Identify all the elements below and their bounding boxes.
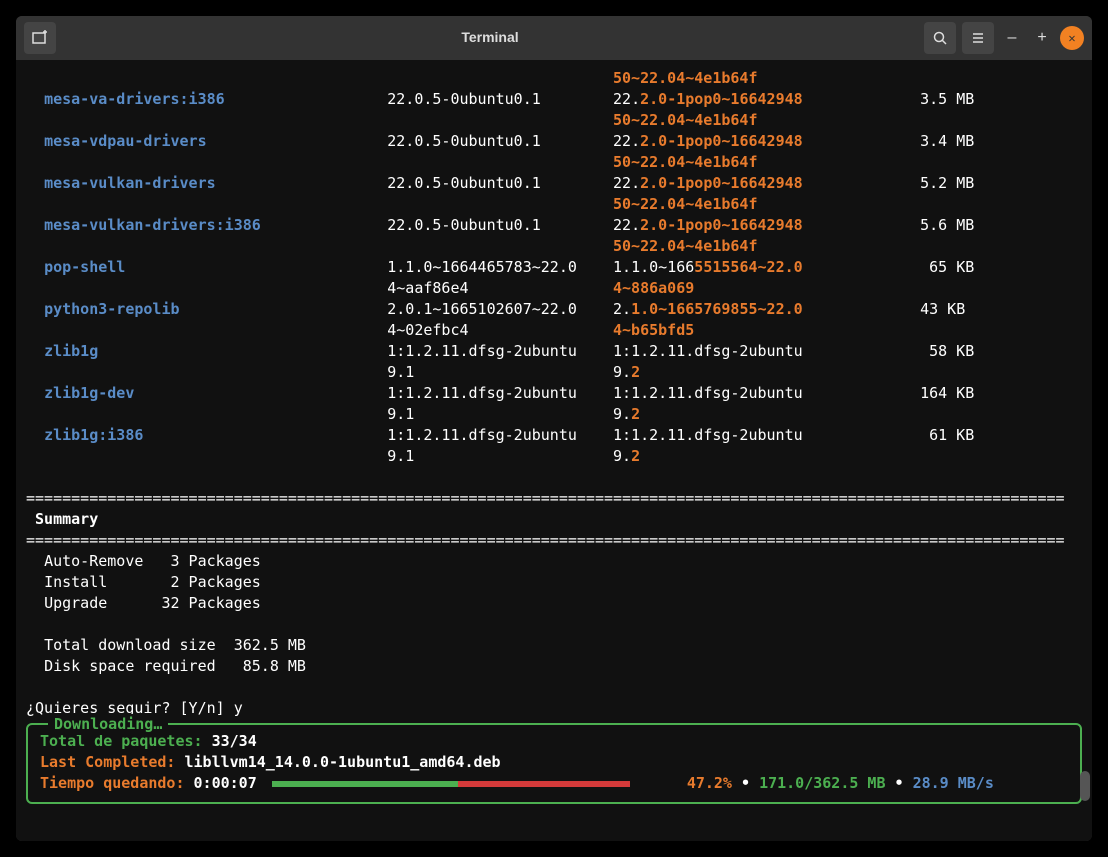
progress-rate: 28.9 MB/s [913, 774, 994, 792]
progress-bytes: 171.0/362.5 MB [759, 774, 885, 792]
window-title: Terminal [56, 28, 924, 48]
close-button[interactable]: ✕ [1060, 26, 1084, 50]
scrollbar-thumb[interactable] [1080, 771, 1090, 801]
summary-title: Summary [35, 510, 98, 528]
downloading-panel: Downloading…Total de paquetes: 33/34 Las… [26, 723, 1082, 804]
divider: ========================================… [26, 489, 1065, 507]
package-name: zlib1g [44, 342, 98, 360]
package-name: pop-shell [44, 258, 125, 276]
package-name: python3-repolib [44, 300, 179, 318]
downloading-title: Downloading… [48, 714, 168, 735]
package-name: zlib1g-dev [44, 384, 134, 402]
progress-bar-done [272, 781, 458, 787]
progress-bar [272, 781, 672, 787]
total-packages-value: 33/34 [212, 732, 257, 750]
last-completed-label: Last Completed: [40, 753, 175, 771]
minimize-button[interactable]: – [1000, 26, 1024, 50]
progress-percent: 47.2% [687, 774, 732, 792]
time-remaining-value: 0:00:07 [194, 774, 257, 792]
last-completed-value: libllvm14_14.0.0-1ubuntu1_amd64.deb [185, 753, 501, 771]
package-name: mesa-vdpau-drivers [44, 132, 207, 150]
maximize-button[interactable]: + [1030, 26, 1054, 50]
terminal-output[interactable]: 50~22.04~4e1b64f mesa-va-drivers:i386 22… [16, 60, 1092, 841]
new-tab-button[interactable] [24, 22, 56, 54]
divider: ========================================… [26, 531, 1065, 549]
progress-bar-pending [458, 781, 630, 787]
package-name: mesa-vulkan-drivers [44, 174, 216, 192]
titlebar: Terminal – + ✕ [16, 16, 1092, 60]
terminal-window: Terminal – + ✕ 50~22.04~4e1b64f mesa-va-… [16, 16, 1092, 841]
menu-button[interactable] [962, 22, 994, 54]
search-button[interactable] [924, 22, 956, 54]
package-name: mesa-vulkan-drivers:i386 [44, 216, 261, 234]
package-name: zlib1g:i386 [44, 426, 143, 444]
package-name: mesa-va-drivers:i386 [44, 90, 225, 108]
time-remaining-label: Tiempo quedando: [40, 774, 185, 792]
